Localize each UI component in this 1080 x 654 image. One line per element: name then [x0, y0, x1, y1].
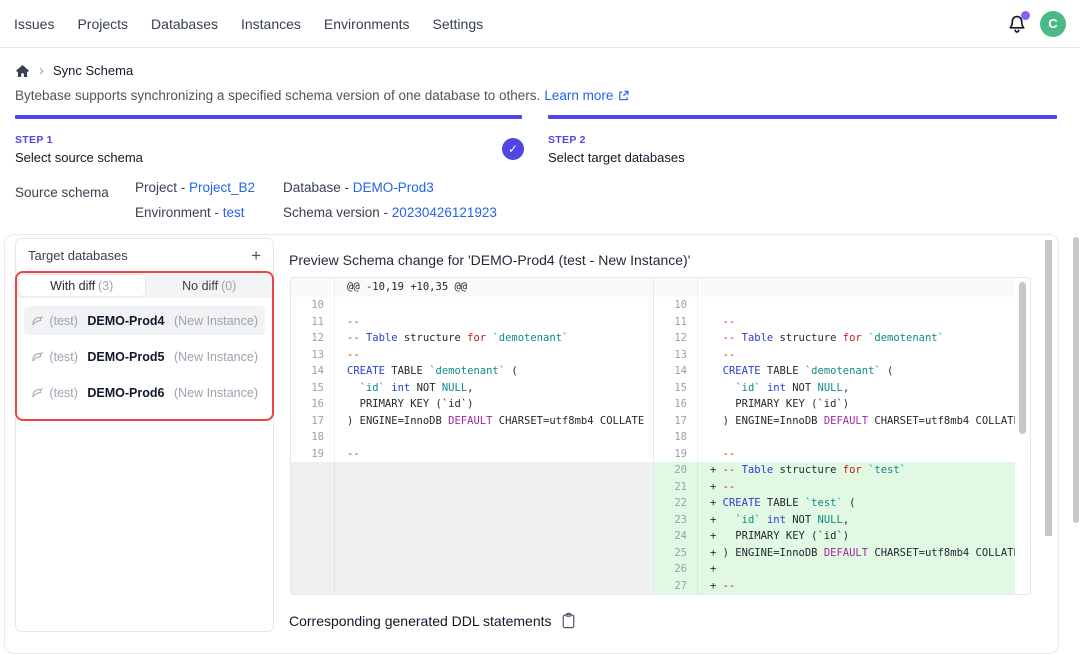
diff-line: 18: [654, 429, 1015, 446]
diff-line: 15 `id` int NOT NULL,: [291, 380, 653, 397]
step-1: STEP 1 Select source schema: [15, 134, 143, 165]
diff-line: 20+ -- Table structure for `test`: [654, 462, 1015, 479]
diff-line: 15 `id` int NOT NULL,: [654, 380, 1015, 397]
diff-line: 27+ --: [654, 578, 1015, 595]
step1-progress-bar: [15, 115, 522, 119]
diff-line: 19--: [291, 446, 653, 463]
nav-item-databases[interactable]: Databases: [151, 16, 218, 32]
diff-line: 17 ) ENGINE=InnoDB DEFAULT CHARSET=utf8m…: [654, 413, 1015, 430]
diff-scrollbar-track: [1015, 278, 1030, 594]
diff-line: 21+ --: [654, 479, 1015, 496]
diff-empty-filler: [291, 462, 653, 594]
diff-line: 13 --: [654, 347, 1015, 364]
card-scrollbar-thumb[interactable]: [1045, 240, 1052, 536]
nav-item-settings[interactable]: Settings: [433, 16, 484, 32]
diff-line: 12 -- Table structure for `demotenant`: [654, 330, 1015, 347]
intro-text-row: Bytebase supports synchronizing a specif…: [15, 88, 630, 103]
target-db-demo-prod6[interactable]: (test) DEMO-Prod6 (New Instance): [24, 378, 265, 407]
nav-items: Issues Projects Databases Instances Environm…: [14, 16, 483, 32]
copy-ddl-icon[interactable]: [561, 612, 576, 629]
schema-diff-viewer: @@ -10,19 +10,35 @@ 1011--12-- Table str…: [290, 277, 1031, 595]
preview-title: Preview Schema change for 'DEMO-Prod4 (t…: [289, 252, 690, 268]
environment-link[interactable]: test: [223, 205, 245, 220]
diff-line: 17) ENGINE=InnoDB DEFAULT CHARSET=utf8mb…: [291, 413, 653, 430]
diff-pane-source: @@ -10,19 +10,35 @@ 1011--12-- Table str…: [291, 278, 654, 594]
diff-line: 25+ ) ENGINE=InnoDB DEFAULT CHARSET=utf8…: [654, 545, 1015, 562]
step2-title: Select target databases: [548, 150, 685, 165]
diff-line: 11 --: [654, 314, 1015, 331]
project-link[interactable]: Project_B2: [189, 180, 255, 195]
add-database-button[interactable]: +: [251, 247, 261, 264]
diff-line: 14CREATE TABLE `demotenant` (: [291, 363, 653, 380]
nav-right: C: [1007, 11, 1066, 37]
nav-item-issues[interactable]: Issues: [14, 16, 54, 32]
diff-hunk-header: @@ -10,19 +10,35 @@: [291, 278, 653, 297]
diff-line: 22+ CREATE TABLE `test` (: [654, 495, 1015, 512]
diff-line: 14 CREATE TABLE `demotenant` (: [654, 363, 1015, 380]
source-schema-label: Source schema: [15, 185, 109, 200]
notification-bell-button[interactable]: [1007, 14, 1027, 34]
mysql-dolphin-icon: [31, 350, 43, 363]
diff-line: 12-- Table structure for `demotenant`: [291, 330, 653, 347]
step2-label: STEP 2: [548, 134, 685, 146]
target-list-highlight-box: With diff(3)No diff(0) (test) DEMO-Prod4…: [15, 271, 274, 421]
source-field-project: Project - Project_B2: [135, 180, 283, 195]
breadcrumb: › Sync Schema: [15, 63, 133, 78]
diff-line: 23+ `id` int NOT NULL,: [654, 512, 1015, 529]
tab-with-diff[interactable]: With diff(3): [19, 275, 145, 296]
diff-line: 16 PRIMARY KEY (`id`): [291, 396, 653, 413]
nav-item-projects[interactable]: Projects: [77, 16, 128, 32]
target-panel-header: Target databases +: [16, 239, 273, 271]
diff-line: 16 PRIMARY KEY (`id`): [654, 396, 1015, 413]
database-link[interactable]: DEMO-Prod3: [353, 180, 434, 195]
ddl-section-title: Corresponding generated DDL statements: [289, 613, 552, 629]
mysql-dolphin-icon: [31, 314, 43, 327]
step1-done-check-icon: ✓: [502, 138, 524, 160]
target-panel-title: Target databases: [28, 248, 128, 263]
nav-item-instances[interactable]: Instances: [241, 16, 301, 32]
diff-line: 26+: [654, 561, 1015, 578]
avatar[interactable]: C: [1040, 11, 1066, 37]
step1-title: Select source schema: [15, 150, 143, 165]
home-icon[interactable]: [15, 64, 30, 78]
target-database-list: (test) DEMO-Prod4 (New Instance) (test) D…: [17, 298, 272, 415]
mysql-dolphin-icon: [31, 386, 43, 399]
diff-hunk-header-right: [654, 278, 1015, 297]
tab-no-diff[interactable]: No diff(0): [147, 273, 273, 298]
step1-label: STEP 1: [15, 134, 143, 146]
target-databases-panel: Target databases + With diff(3)No diff(0…: [15, 238, 274, 632]
nav-item-environments[interactable]: Environments: [324, 16, 410, 32]
diff-tabs: With diff(3)No diff(0): [17, 273, 272, 298]
source-schema-fields: Project - Project_B2Database - DEMO-Prod…: [135, 180, 497, 220]
top-nav: Issues Projects Databases Instances Environm…: [0, 0, 1080, 48]
diff-line: 13--: [291, 347, 653, 364]
learn-more-link[interactable]: Learn more: [544, 88, 613, 103]
diff-line: 24+ PRIMARY KEY (`id`): [654, 528, 1015, 545]
notification-dot: [1021, 11, 1030, 20]
diff-scrollbar-thumb[interactable]: [1019, 282, 1026, 434]
target-db-demo-prod4[interactable]: (test) DEMO-Prod4 (New Instance): [24, 306, 265, 335]
step2-progress-bar: [548, 115, 1057, 119]
page-scrollbar-thumb[interactable]: [1073, 237, 1079, 523]
source-field-schema-version: Schema version - 20230426121923: [283, 205, 497, 220]
step-2: STEP 2 Select target databases: [548, 134, 685, 165]
diff-line: 11--: [291, 314, 653, 331]
ddl-section-header: Corresponding generated DDL statements: [289, 612, 576, 629]
schema-version-link[interactable]: 20230426121923: [392, 205, 497, 220]
breadcrumb-page-label: Sync Schema: [53, 63, 133, 78]
diff-line: 10: [291, 297, 653, 314]
intro-text: Bytebase supports synchronizing a specif…: [15, 88, 540, 103]
breadcrumb-separator-icon: ›: [39, 64, 44, 78]
source-field-environment: Environment - test: [135, 205, 283, 220]
external-link-icon[interactable]: [617, 89, 630, 102]
target-db-demo-prod5[interactable]: (test) DEMO-Prod5 (New Instance): [24, 342, 265, 371]
diff-line: 19 --: [654, 446, 1015, 463]
source-field-database: Database - DEMO-Prod3: [283, 180, 497, 195]
diff-line: 18: [291, 429, 653, 446]
diff-line: 10: [654, 297, 1015, 314]
diff-pane-target: 10 11 --12 -- Table structure for `demot…: [654, 278, 1015, 594]
